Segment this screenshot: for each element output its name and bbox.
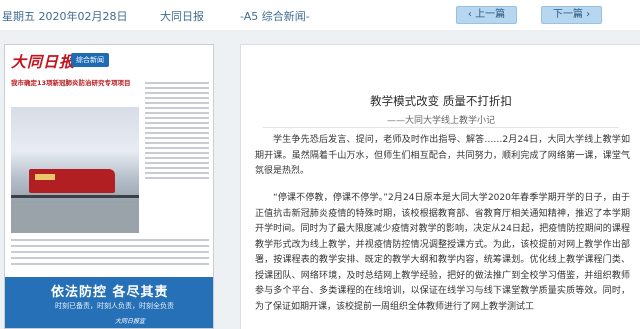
prev-article-button[interactable]: ‹ 上一篇 <box>456 6 517 24</box>
thumbnail-banner[interactable]: 依法防控 各尽其责 时刻已备责，时刻人负责，时刻全负责 大同日报宣 <box>5 277 213 328</box>
article-subtitle: ——大同大学线上教学小记 <box>386 116 495 126</box>
article-paragraph: “停课不停教，停课不停学。”2月24日原本是大同大学2020年春季学期开学的日子… <box>255 193 630 312</box>
paper-name: 大同日报 <box>160 10 204 23</box>
banner-title: 依法防控 各尽其责 <box>51 285 169 300</box>
article-title: 教学模式改变 质量不打折扣 <box>370 94 512 108</box>
article-paragraph: 学生争先恐后发言、提问，老师及时作出指导、解答……2月24日，大同大学线上教学如… <box>255 135 630 176</box>
next-article-button[interactable]: 下一篇 › <box>541 6 602 24</box>
next-article-label: 下一篇 <box>552 9 583 20</box>
chevron-right-icon: › <box>582 9 591 20</box>
section-name: -A5 综合新闻- <box>240 10 310 23</box>
divider <box>263 127 619 128</box>
ground-shape <box>11 203 139 233</box>
prev-article-label: 上一篇 <box>475 9 506 20</box>
train-photo[interactable] <box>11 107 139 233</box>
top-bar: 星期五 2020年02月28日 大同日报 -A5 综合新闻- ‹ 上一篇 下一篇… <box>0 0 640 30</box>
section-badge: 综合新闻 <box>71 53 109 67</box>
thumbnail-side-column[interactable] <box>145 79 209 239</box>
thumbnail-headline[interactable]: 我市确定13项新冠肺炎防治研究专项项目 <box>11 79 141 88</box>
issue-date: 星期五 2020年02月28日 <box>2 10 128 23</box>
train-shape <box>29 169 115 193</box>
masthead: 大同日报 综合新闻 <box>9 49 211 77</box>
article-panel: 教学模式改变 质量不打折扣 ——大同大学线上教学小记 学生争先恐后发言、提问，老… <box>240 44 640 329</box>
banner-subtitle: 时刻已备责，时刻人负责，时刻全负责 <box>55 302 174 310</box>
track-shape <box>11 195 139 198</box>
thumbnail-text-block[interactable] <box>11 235 209 273</box>
newspaper-logo: 大同日报 <box>11 53 76 71</box>
page-thumbnail[interactable]: 大同日报 综合新闻 我市确定13项新冠肺炎防治研究专项项目 依法防控 各尽其责 … <box>4 44 214 329</box>
banner-signature: 大同日报宣 <box>115 318 146 325</box>
